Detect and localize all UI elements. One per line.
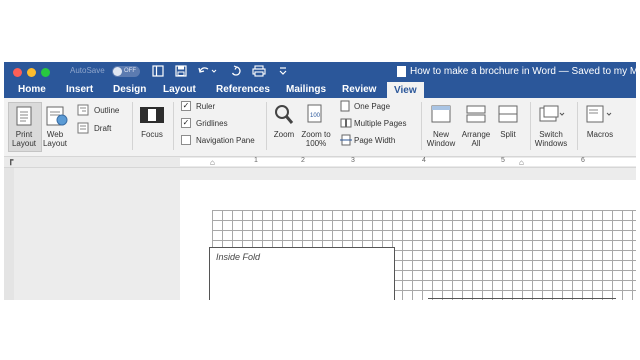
ruler-number: 6 [581, 157, 585, 164]
split-icon[interactable] [498, 105, 518, 123]
focus-label[interactable]: Focus [135, 130, 169, 139]
vertical-ruler[interactable] [4, 168, 14, 300]
print-layout-icon [16, 106, 32, 126]
document-icon [397, 66, 406, 77]
macros-label[interactable]: Macros [582, 130, 618, 139]
inside-fold-textbox[interactable]: Inside Fold [209, 247, 395, 300]
view-ribbon: Print Layout Web Layout Outline Draft Fo… [4, 98, 636, 157]
indent-marker-icon[interactable]: ⌂ [210, 158, 215, 167]
tab-mailings[interactable]: Mailings [286, 84, 326, 95]
autosave-state: OFF [124, 68, 136, 74]
zoom-icon[interactable] [274, 104, 294, 126]
inside-fold-label: Inside Fold [216, 252, 261, 262]
macros-icon[interactable] [586, 105, 612, 123]
tab-references[interactable]: References [216, 84, 270, 95]
tab-review[interactable]: Review [342, 84, 376, 95]
arrange-all-icon[interactable] [466, 105, 486, 123]
tab-home[interactable]: Home [18, 84, 46, 95]
tab-layout[interactable]: Layout [163, 84, 196, 95]
page-width-label[interactable]: Page Width [354, 136, 395, 145]
navigation-pane-label: Navigation Pane [196, 136, 255, 145]
ruler-checkbox[interactable]: ✓ [181, 101, 191, 111]
undo-icon[interactable] [197, 65, 217, 81]
ruler-number: 1 [254, 157, 258, 164]
multiple-pages-icon[interactable] [340, 117, 352, 129]
switch-windows-label[interactable]: Switch Windows [531, 130, 571, 148]
draft-icon[interactable] [77, 122, 89, 134]
print-layout-label: Print Layout [11, 130, 37, 148]
draft-label[interactable]: Draft [94, 124, 111, 133]
svg-text:100: 100 [310, 113, 321, 119]
sidebar-toggle-icon[interactable] [152, 65, 164, 81]
navigation-pane-checkbox[interactable] [181, 135, 191, 145]
horizontal-ruler[interactable]: ┏ 1 2 3 4 5 6 ⌂ ⌂ [4, 155, 636, 168]
autosave-label: AutoSave [70, 66, 105, 75]
ruler-number: 3 [351, 157, 355, 164]
tab-design[interactable]: Design [113, 84, 146, 95]
print-icon[interactable] [252, 65, 266, 81]
ruler-label: Ruler [196, 102, 216, 111]
arrange-all-label[interactable]: Arrange All [458, 130, 494, 148]
new-window-icon[interactable] [431, 105, 451, 123]
customize-toolbar-icon[interactable] [278, 65, 288, 81]
gridlines-checkbox[interactable]: ✓ [181, 118, 191, 128]
outline-label[interactable]: Outline [94, 106, 119, 115]
one-page-icon[interactable] [340, 100, 350, 112]
document-page[interactable]: Inside Fold [180, 180, 636, 300]
focus-icon[interactable] [139, 106, 165, 124]
document-canvas: Inside Fold [4, 168, 636, 300]
new-window-label[interactable]: New Window [423, 130, 459, 148]
web-layout-label[interactable]: Web Layout [40, 130, 70, 148]
tab-insert[interactable]: Insert [66, 84, 93, 95]
redo-icon[interactable] [230, 65, 242, 81]
minimize-window-button[interactable] [27, 68, 36, 77]
switch-windows-icon[interactable] [539, 105, 565, 123]
autosave-toggle[interactable]: OFF [112, 66, 140, 77]
document-title: How to make a brochure in Word — Saved t… [410, 66, 636, 77]
title-bar: AutoSave OFF How to make a brochure in W… [4, 62, 636, 82]
zoom-100-icon[interactable]: 100 [307, 104, 323, 124]
ruler-number: 2 [301, 157, 305, 164]
word-window: AutoSave OFF How to make a brochure in W… [4, 62, 636, 300]
zoom-100-label[interactable]: Zoom to 100% [296, 130, 336, 148]
close-window-button[interactable] [13, 68, 22, 77]
tab-stop-icon[interactable]: ┏ [8, 155, 13, 166]
ruler-number: 4 [422, 157, 426, 164]
page-width-icon[interactable] [340, 134, 352, 146]
web-layout-icon[interactable] [46, 106, 68, 126]
ruler-number: 5 [501, 157, 505, 164]
outline-icon[interactable] [77, 104, 89, 116]
save-icon[interactable] [175, 65, 187, 81]
one-page-label[interactable]: One Page [354, 102, 390, 111]
ribbon-tabs: Home Insert Design Layout References Mai… [4, 82, 636, 98]
tab-marker-icon[interactable]: ⌂ [519, 158, 524, 167]
split-label[interactable]: Split [492, 130, 524, 139]
multiple-pages-label[interactable]: Multiple Pages [354, 119, 406, 128]
text-line [428, 298, 616, 299]
tab-view[interactable]: View [387, 82, 424, 98]
gridlines-label: Gridlines [196, 119, 228, 128]
zoom-window-button[interactable] [41, 68, 50, 77]
